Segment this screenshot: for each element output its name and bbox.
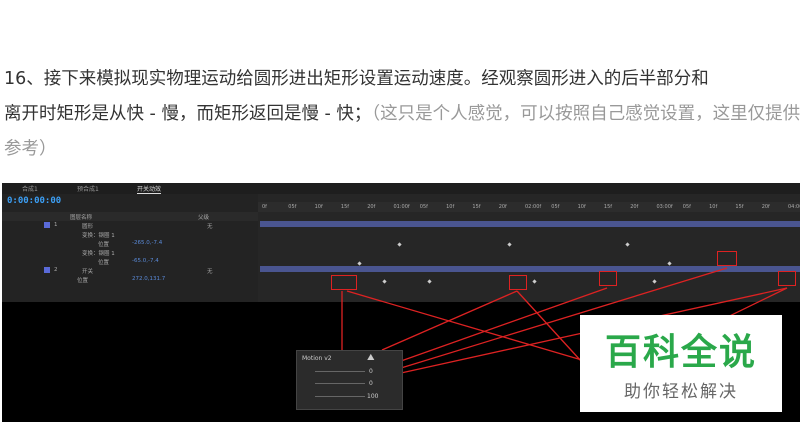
- slider[interactable]: [315, 371, 365, 372]
- value-2[interactable]: 0: [369, 380, 373, 387]
- watermark-sub: 助你轻松解决: [624, 382, 738, 402]
- mountain-icon[interactable]: ⛰: [367, 353, 375, 363]
- line-2: 离开时矩形是从快 - 慢，而矩形返回是慢 - 快；（这只是个人感觉，可以按照自己…: [4, 97, 804, 167]
- line-2-text: 离开时矩形是从快 - 慢，而矩形返回是慢 - 快；: [4, 104, 372, 124]
- slider[interactable]: [315, 396, 365, 397]
- motion-v2-panel: Motion v2 ⛰ 0 0 100: [296, 350, 403, 410]
- value-1[interactable]: 0: [369, 368, 373, 375]
- watermark-main: 百科全说: [604, 332, 757, 373]
- line-1: 16、接下来模拟现实物理运动给圆形进出矩形设置运动速度。经观察圆形进入的后半部分…: [4, 69, 709, 89]
- panel-title[interactable]: Motion v2: [302, 355, 332, 362]
- watermark-logo: 百科全说 助你轻松解决: [580, 315, 782, 412]
- slider[interactable]: [315, 383, 365, 384]
- step-paragraph: 16、接下来模拟现实物理运动给圆形进出矩形设置运动速度。经观察圆形进入的后半部分…: [4, 62, 804, 167]
- value-3[interactable]: 100: [367, 393, 378, 400]
